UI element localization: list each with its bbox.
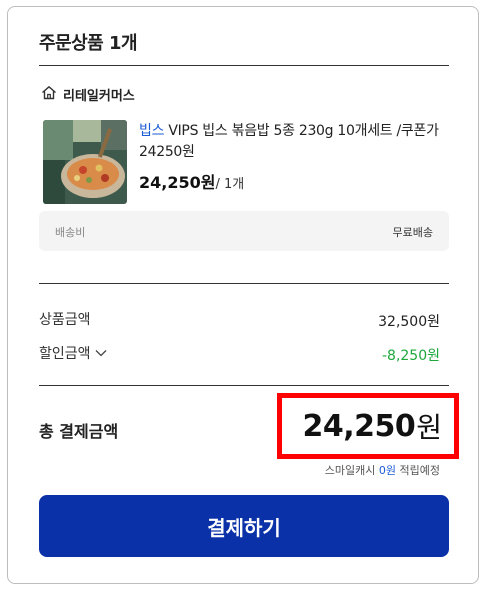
product-thumbnail[interactable] (43, 120, 127, 204)
divider (39, 385, 449, 386)
discount-value: -8,250원 (381, 348, 440, 364)
pay-button[interactable]: 결제하기 (39, 495, 449, 557)
product-price: 24,250원 (139, 173, 216, 192)
subtotal-value: 32,500원 (378, 314, 440, 330)
shipping-value: 무료배송 (392, 226, 433, 239)
chevron-down-icon (95, 345, 107, 361)
product-title[interactable]: VIPS 빕스 볶음밥 5종 230g 10개세트 /쿠폰가24250원 (139, 123, 439, 160)
total-label: 총 결제금액 (39, 422, 119, 441)
total-amount-highlight: 24,250 원 (277, 393, 459, 459)
seller-name: 리테일커머스 (63, 89, 135, 104)
shipping-fee-box: 배송비 무료배송 (39, 211, 449, 251)
total-unit: 원 (416, 411, 442, 444)
smile-cash-note: 스마일캐시 0원 적립예정 (325, 462, 440, 478)
smile-cash-suffix: 적립예정 (396, 464, 441, 477)
shipping-label: 배송비 (55, 226, 86, 239)
total-amount: 24,250 (302, 408, 416, 444)
product-name[interactable]: 빕스 VIPS 빕스 볶음밥 5종 230g 10개세트 /쿠폰가24250원 (139, 121, 449, 163)
price-quantity: 24,250원 / 1개 (139, 169, 244, 193)
product-quantity: / 1개 (215, 177, 245, 192)
divider (39, 65, 449, 66)
seller-row[interactable]: 리테일커머스 (41, 85, 135, 104)
order-title: 주문상품 1개 (39, 33, 138, 54)
order-summary-card: 주문상품 1개 리테일커머스 빕스 VIPS 빕스 볶음밥 5종 230g 10… (7, 6, 479, 584)
product-brand[interactable]: 빕스 (139, 123, 164, 139)
home-icon (41, 85, 57, 104)
divider (39, 283, 449, 284)
smile-cash-amount: 0원 (378, 464, 397, 477)
smile-cash-prefix: 스마일캐시 (324, 464, 379, 477)
discount-label: 할인금액 (39, 346, 91, 362)
subtotal-label: 상품금액 (39, 312, 91, 328)
discount-toggle[interactable]: 할인금액 (39, 343, 107, 363)
